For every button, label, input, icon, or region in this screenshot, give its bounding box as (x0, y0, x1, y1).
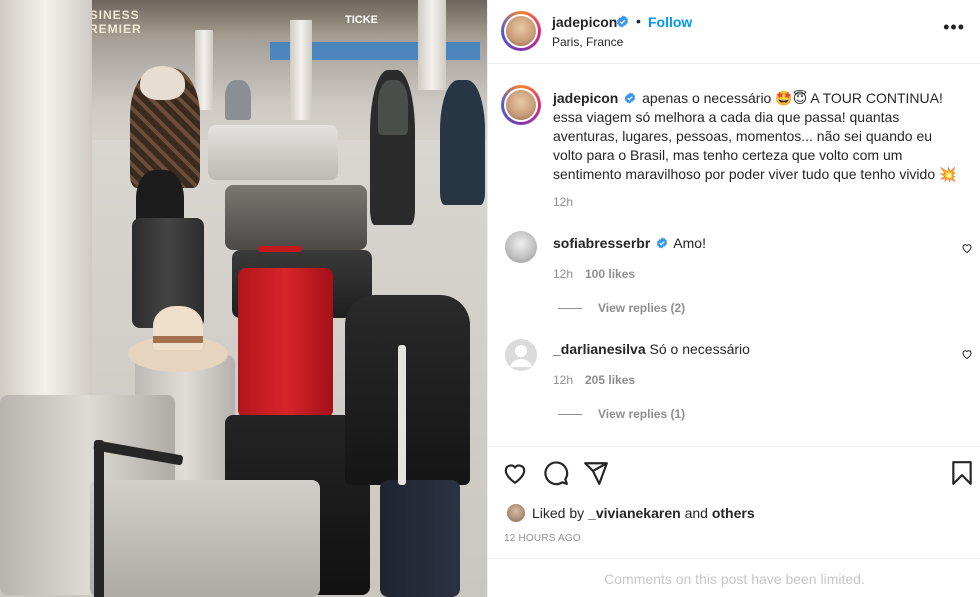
post-photo[interactable]: USINESS PREMIER TICKE (0, 0, 487, 597)
post-panel: jadepicon • Follow Paris, France ••• jad… (487, 0, 980, 597)
comment-2: _darlianesilva Só o necessário (553, 341, 750, 357)
liked-by-avatar[interactable] (507, 504, 525, 522)
comment-likes[interactable]: 205 likes (585, 373, 635, 387)
pillar (418, 0, 446, 90)
traveler (225, 80, 251, 120)
post-time-ago[interactable]: 12 HOURS AGO (504, 533, 581, 544)
caption-username[interactable]: jadepicon (553, 90, 618, 106)
comments-section: jadepicon apenas o necessário 🤩😇 A TOUR … (488, 65, 980, 445)
suitcase-red (238, 268, 333, 418)
liked-by-text: Liked by _vivianekaren and others (532, 505, 755, 521)
post-caption: jadepicon apenas o necessário 🤩😇 A TOUR … (553, 89, 963, 184)
share-icon[interactable] (583, 460, 609, 486)
pillar (290, 20, 312, 120)
comment-avatar[interactable] (505, 231, 537, 263)
separator-dot: • (636, 13, 641, 29)
pillar-left (0, 0, 92, 410)
black-coat (345, 295, 470, 485)
more-icon[interactable]: ••• (943, 18, 965, 36)
comment-text: Amo! (673, 235, 706, 251)
comment-time[interactable]: 12h (553, 267, 573, 281)
comment-heart-icon[interactable] (961, 348, 973, 360)
comment-text: Só o necessário (649, 341, 750, 357)
suitcase-navy (380, 480, 460, 597)
suitcase-grey (225, 185, 367, 250)
view-replies-button[interactable]: View replies (2) (558, 301, 685, 315)
caption-avatar[interactable] (501, 85, 541, 125)
heart-icon[interactable] (502, 460, 528, 486)
red-handle (258, 246, 302, 252)
comments-limited-notice: Comments on this post have been limited. (488, 558, 980, 597)
comment-avatar[interactable] (505, 339, 537, 371)
suitcase-silver-front (90, 480, 320, 597)
suitcase-silver-top (208, 125, 338, 180)
traveler (440, 80, 485, 205)
default-avatar-icon (510, 345, 532, 367)
liked-by-user[interactable]: _vivianekaren (588, 505, 681, 521)
comment-likes[interactable]: 100 likes (585, 267, 635, 281)
comment-1: sofiabresserbr Amo! (553, 235, 706, 251)
follow-button[interactable]: Follow (648, 14, 692, 30)
verified-icon (625, 92, 636, 104)
liked-by-others[interactable]: others (712, 505, 755, 521)
save-icon[interactable] (949, 460, 975, 486)
comment-heart-icon[interactable] (961, 242, 973, 254)
suitcase-handle (94, 440, 104, 597)
hat (128, 306, 228, 372)
verified-icon (616, 15, 629, 28)
author-username[interactable]: jadepicon (552, 14, 617, 30)
suitcase-white-handle (398, 345, 406, 485)
caption-time[interactable]: 12h (553, 195, 573, 209)
comment-time[interactable]: 12h (553, 373, 573, 387)
comment-username[interactable]: _darlianesilva (553, 341, 646, 357)
woman-hair (140, 66, 185, 100)
view-replies-button[interactable]: View replies (1) (558, 407, 685, 421)
post-header: jadepicon • Follow Paris, France ••• (488, 0, 980, 64)
comment-icon[interactable] (543, 460, 569, 486)
author-avatar[interactable] (501, 11, 541, 51)
verified-icon (657, 237, 668, 249)
comment-username[interactable]: sofiabresserbr (553, 235, 650, 251)
post-location[interactable]: Paris, France (552, 35, 623, 49)
station-sign: USINESS PREMIER (80, 8, 142, 36)
backpack (378, 80, 408, 135)
